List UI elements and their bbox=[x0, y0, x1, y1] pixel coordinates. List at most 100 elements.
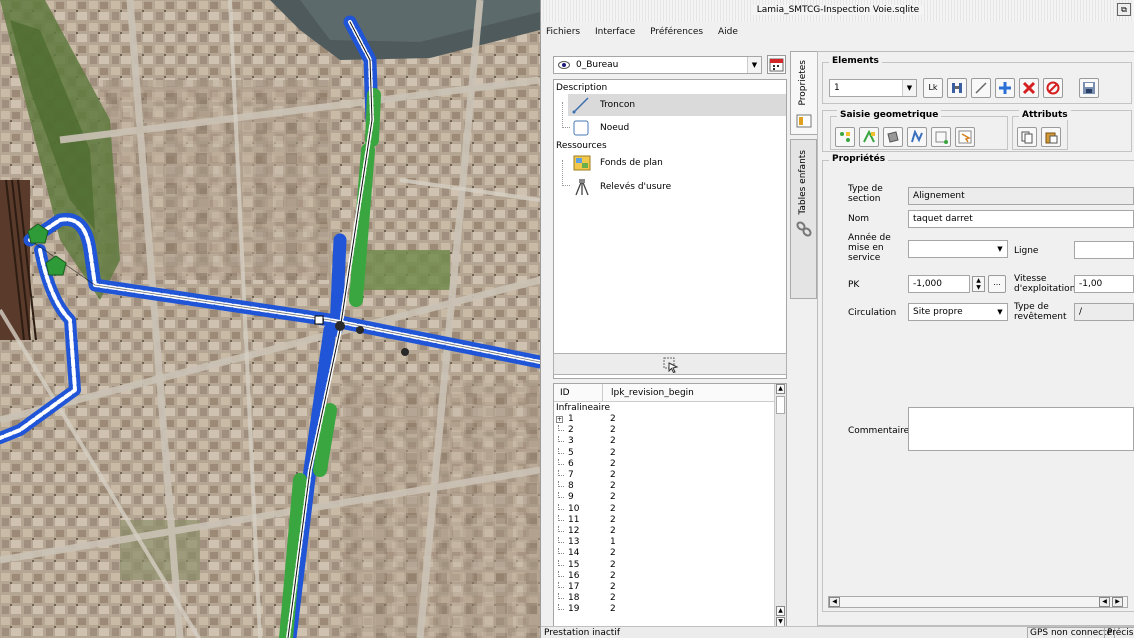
restore-window-button[interactable]: ⧉ bbox=[1117, 3, 1131, 16]
circulation-selector[interactable]: Site propre ▼ bbox=[908, 303, 1008, 321]
chevron-down-icon[interactable]: ▼ bbox=[747, 57, 761, 73]
menu-interface[interactable]: Interface bbox=[595, 27, 635, 37]
pick-geometry-icon bbox=[958, 130, 972, 144]
layer-tree: Description Troncon Noeud Ressources Fon… bbox=[553, 79, 787, 379]
circulation-selector-value: Site propre bbox=[913, 307, 963, 317]
table-group-row[interactable]: Infralineaire bbox=[554, 403, 776, 414]
table-row[interactable]: 62 bbox=[554, 458, 776, 470]
revetement-field[interactable]: / bbox=[1074, 303, 1134, 321]
expand-icon[interactable]: + bbox=[556, 416, 563, 423]
saisie-title: Saisie geometrique bbox=[837, 110, 942, 120]
calendar-button[interactable] bbox=[767, 55, 786, 74]
pick-geometry-button[interactable] bbox=[955, 127, 975, 147]
table-vertical-scrollbar[interactable]: ▲ ▲ ▼ bbox=[774, 384, 786, 627]
ligne-field[interactable] bbox=[1074, 241, 1134, 259]
edit-line-button[interactable] bbox=[907, 127, 927, 147]
map-layers-icon bbox=[573, 155, 591, 171]
table-row[interactable]: 82 bbox=[554, 481, 776, 492]
cancel-button[interactable] bbox=[1043, 78, 1063, 98]
table-row[interactable]: 10 2 bbox=[554, 503, 776, 515]
table-row[interactable]: 52 bbox=[554, 447, 776, 459]
chevron-down-icon[interactable]: ▼ bbox=[902, 80, 916, 96]
type-section-field[interactable]: Alignement bbox=[908, 187, 1134, 205]
menu-aide[interactable]: Aide bbox=[718, 27, 738, 37]
table-row[interactable]: 22 bbox=[554, 425, 776, 436]
binoculars-button[interactable] bbox=[947, 78, 967, 98]
add-polygon-button[interactable] bbox=[883, 127, 903, 147]
column-header-revision[interactable]: lpk_revision_begin bbox=[602, 384, 694, 402]
column-header-id[interactable]: ID bbox=[560, 388, 570, 398]
tree-item-noeud[interactable]: Noeud bbox=[568, 118, 786, 138]
tab-tables-enfants-label: Tables enfants bbox=[798, 150, 808, 215]
annee-selector[interactable]: ▼ bbox=[908, 240, 1008, 258]
lk-button[interactable]: Lk bbox=[923, 78, 943, 98]
select-feature-button[interactable] bbox=[663, 357, 679, 376]
tree-branch bbox=[558, 593, 564, 600]
vitesse-field[interactable]: -1,00 bbox=[1074, 275, 1134, 293]
horizontal-scrollbar[interactable]: ◀ ◀ ▶ bbox=[828, 596, 1128, 608]
chevron-down-icon[interactable]: ▼ bbox=[993, 304, 1007, 320]
paste-attributes-button[interactable] bbox=[1041, 127, 1061, 147]
pk-stepper[interactable]: ▲ ▼ bbox=[972, 276, 985, 292]
pk-field[interactable]: -1,000 bbox=[908, 275, 970, 293]
chevron-down-icon[interactable]: ▼ bbox=[993, 241, 1007, 257]
add-line-button[interactable] bbox=[859, 127, 879, 147]
table-row[interactable]: 12 2 bbox=[554, 526, 776, 537]
copy-attributes-button[interactable] bbox=[1017, 127, 1037, 147]
tab-proprietes[interactable]: Proprietes bbox=[790, 51, 817, 135]
tree-branch bbox=[558, 526, 564, 532]
add-polygon-icon bbox=[887, 131, 899, 143]
aerial-map[interactable] bbox=[0, 0, 540, 638]
table-row[interactable]: +1 2 bbox=[554, 414, 776, 425]
menu-preferences[interactable]: Préférences bbox=[650, 27, 703, 37]
table-header: ID lpk_revision_begin bbox=[554, 384, 776, 402]
commentaire-textarea[interactable] bbox=[908, 407, 1134, 451]
annee-label: Année de mise en service bbox=[848, 233, 891, 263]
cell-id: 13 bbox=[568, 537, 580, 548]
scroll-up-button-bottom[interactable]: ▲ bbox=[776, 606, 785, 616]
tree-item-fonds-de-plan[interactable]: Fonds de plan bbox=[568, 152, 786, 174]
table-group-label: Infralineaire bbox=[556, 403, 611, 413]
cell-id: 8 bbox=[568, 481, 574, 492]
add-point-button[interactable] bbox=[835, 127, 855, 147]
table-row[interactable]: 17 2 bbox=[554, 582, 776, 593]
table-row[interactable]: 32 bbox=[554, 436, 776, 447]
scroll-up-button[interactable]: ▲ bbox=[776, 384, 785, 394]
commentaire-label: Commentaire bbox=[848, 426, 910, 436]
line-icon bbox=[572, 97, 589, 114]
scroll-left-button[interactable]: ◀ bbox=[829, 597, 840, 607]
table-row[interactable]: 18 2 bbox=[554, 593, 776, 604]
tree-branch bbox=[558, 470, 564, 476]
element-selector[interactable]: 1 ▼ bbox=[829, 79, 917, 97]
menu-fichiers[interactable]: Fichiers bbox=[546, 27, 580, 37]
cell-revision: 2 bbox=[610, 503, 616, 514]
scroll-left-button-right[interactable]: ◀ bbox=[1099, 597, 1110, 607]
saisie-geometrique-group: Saisie geometrique bbox=[830, 110, 1008, 150]
cell-revision: 2 bbox=[610, 548, 616, 559]
nom-field[interactable]: taquet darret bbox=[908, 210, 1134, 228]
table-row[interactable]: 16 2 bbox=[554, 570, 776, 582]
tree-item-releves-label: Relevés d'usure bbox=[600, 182, 672, 192]
delete-element-button[interactable] bbox=[1019, 78, 1039, 98]
tree-section-ressources: Ressources bbox=[556, 141, 607, 151]
tree-item-releves-usure[interactable]: Relevés d'usure bbox=[568, 176, 786, 198]
edit-vertex-button[interactable] bbox=[931, 127, 951, 147]
table-row[interactable]: 72 bbox=[554, 470, 776, 481]
add-point-icon bbox=[840, 132, 850, 142]
scroll-thumb[interactable] bbox=[776, 396, 785, 414]
table-row[interactable]: 19 2 bbox=[554, 604, 776, 615]
pk-more-button[interactable]: ... bbox=[988, 275, 1006, 293]
tree-item-troncon[interactable]: Troncon bbox=[568, 94, 786, 116]
layer-selector[interactable]: 0_Bureau ▼ bbox=[553, 56, 762, 74]
table-row[interactable]: 11 2 bbox=[554, 514, 776, 526]
save-button[interactable] bbox=[1079, 78, 1099, 98]
table-row[interactable]: 92 bbox=[554, 492, 776, 503]
table-row[interactable]: 14 2 bbox=[554, 548, 776, 559]
tab-tables-enfants[interactable]: Tables enfants bbox=[790, 139, 817, 299]
add-element-button[interactable] bbox=[995, 78, 1015, 98]
map-canvas[interactable] bbox=[0, 0, 540, 638]
table-row[interactable]: 13 1 bbox=[554, 537, 776, 548]
table-row[interactable]: 15 2 bbox=[554, 559, 776, 571]
scroll-right-button[interactable]: ▶ bbox=[1112, 597, 1123, 607]
draw-line-button[interactable] bbox=[971, 78, 991, 98]
